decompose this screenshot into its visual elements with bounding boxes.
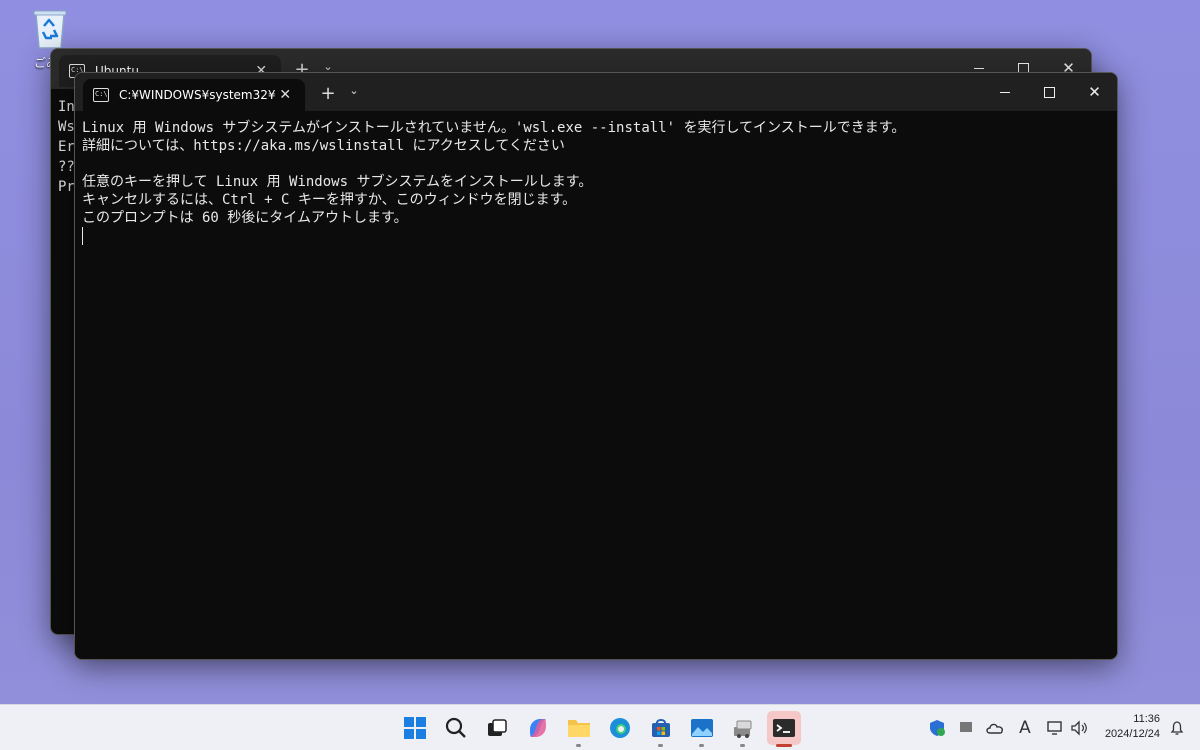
text-cursor [82,227,83,245]
start-icon [404,717,426,739]
clock-date: 2024/12/24 [1104,728,1160,740]
chat-tray-icon[interactable] [956,717,976,739]
close-tab-icon[interactable]: ✕ [275,87,295,103]
recycle-bin-icon [33,10,67,49]
maximize-button[interactable] [1027,73,1072,111]
notification-bell-icon[interactable] [1166,717,1188,739]
terminal-button[interactable] [767,711,801,747]
app-icon [734,720,752,738]
photos-button[interactable] [685,711,719,747]
terminal-tab-icon [93,88,109,102]
tab-wsl[interactable]: C:¥WINDOWS¥system32¥wsl.exe ✕ [83,79,305,111]
copilot-icon [530,719,546,737]
title-bar[interactable]: C:¥WINDOWS¥system32¥wsl.exe ✕ + ⌄ ✕ [75,73,1117,111]
taskbar: A 11:36 2024/12/24 [0,704,1200,750]
output-line: このプロンプトは 60 秒後にタイムアウトします。 [82,210,408,226]
output-line: 詳細については、https://aka.ms/wslinstall にアクセスし… [82,138,565,154]
copilot-button[interactable] [521,711,555,745]
wsl-terminal-window[interactable]: C:¥WINDOWS¥system32¥wsl.exe ✕ + ⌄ ✕ Linu… [74,72,1118,660]
running-indicator [576,744,581,747]
running-indicator [699,744,704,747]
clock[interactable]: 11:36 2024/12/24 [1105,712,1160,742]
start-button[interactable] [398,711,432,745]
search-icon [445,717,466,738]
minimize-button[interactable] [982,73,1027,111]
search-button[interactable] [439,711,473,745]
edge-icon [610,718,630,738]
output-line: 任意のキーを押して Linux 用 Windows サブシステムをインストールし… [82,174,593,190]
edge-button[interactable] [603,711,637,745]
app-button[interactable] [726,711,760,747]
tab-dropdown-button[interactable]: ⌄ [343,84,365,97]
photos-icon [691,719,713,737]
terminal-output[interactable]: Linux 用 Windows サブシステムがインストールされていません。'ws… [75,111,1117,253]
tab-title: C:¥WINDOWS¥system32¥wsl.exe [119,88,276,102]
ime-tray-icon[interactable]: A [1014,717,1036,739]
running-indicator [740,744,745,747]
running-indicator [776,744,792,747]
close-window-button[interactable]: ✕ [1072,73,1117,111]
file-explorer-icon [568,720,590,737]
onedrive-tray-icon[interactable] [984,717,1006,739]
task-view-icon [488,719,507,736]
running-indicator [658,744,663,747]
security-tray-icon[interactable] [926,717,948,739]
output-line: キャンセルするには、Ctrl + C キーを押すか、このウィンドウを閉じます。 [82,192,577,208]
new-tab-button[interactable]: + [315,83,341,104]
file-explorer-button[interactable] [562,711,596,747]
store-icon [652,719,670,737]
volume-tray-icon[interactable] [1068,717,1090,739]
terminal-icon [773,719,795,737]
clock-time: 11:36 [1133,713,1160,725]
store-button[interactable] [644,711,678,747]
task-view-button[interactable] [480,711,514,745]
output-line: Linux 用 Windows サブシステムがインストールされていません。'ws… [82,120,906,136]
network-tray-icon[interactable] [1044,717,1066,739]
